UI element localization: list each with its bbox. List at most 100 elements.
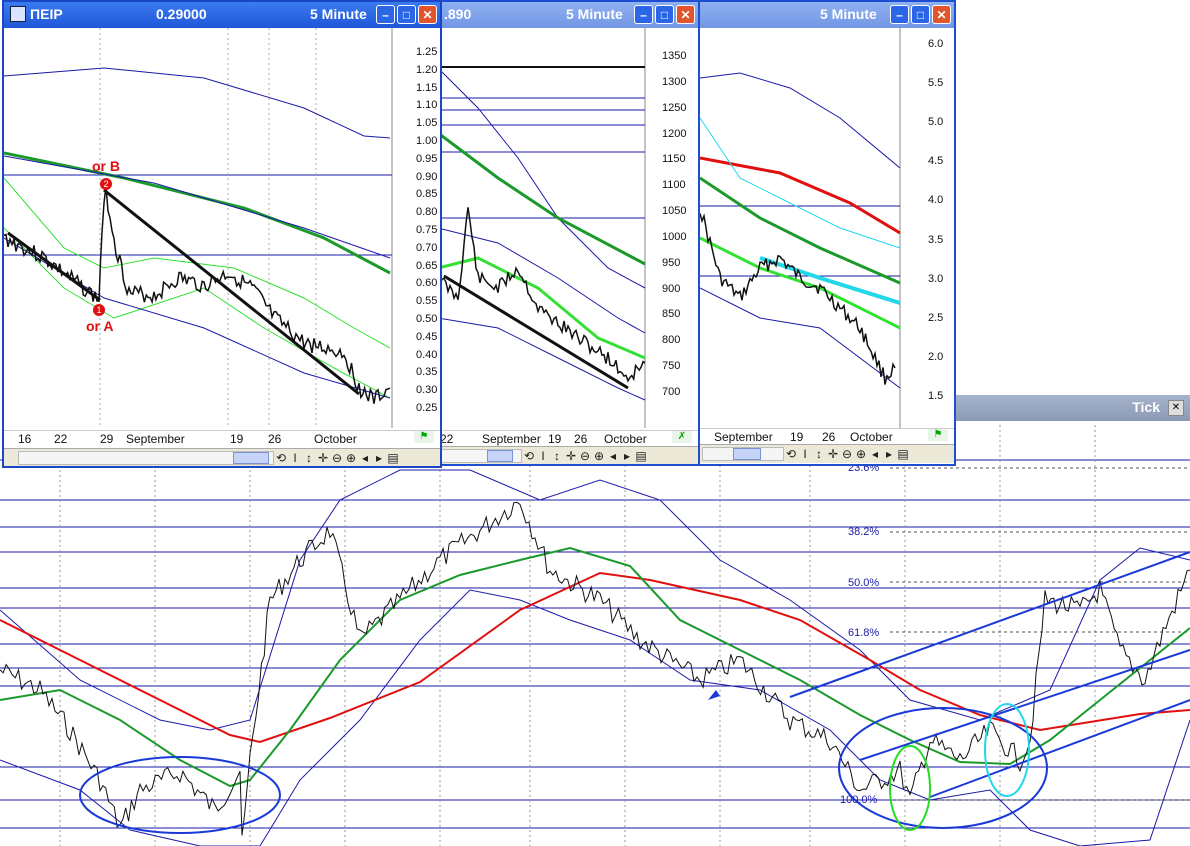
scrollbar[interactable] <box>440 449 522 463</box>
refresh-icon[interactable]: ⟲ <box>274 451 288 465</box>
title-bar[interactable]: ΠΕΙΡ 0.29000 5 Minute – □ ✕ <box>4 2 440 28</box>
vertical-move-icon[interactable]: ↕ <box>302 451 316 465</box>
maximize-button[interactable]: □ <box>397 5 416 24</box>
scroll-right-icon[interactable]: ▸ <box>372 451 386 465</box>
date-label: 22 <box>440 432 454 446</box>
maximize-button[interactable]: □ <box>655 5 674 24</box>
y-axis-label: 1.15 <box>416 81 438 94</box>
chart-window-3[interactable]: 5 Minute – □ ✕ 6.0 5.5 5.0 4.5 4.0 3.5 3.0 2.5 2… <box>698 0 956 466</box>
y-axis-label: 0.35 <box>416 366 438 379</box>
window-icon[interactable]: ▤ <box>896 447 910 461</box>
y-axis-label: 0.30 <box>416 384 438 397</box>
toolbar-scroll[interactable]: ⟲ I ↕ ✛ ⊖ ⊕ ◂ ▸ ▤ <box>700 444 954 463</box>
symbol-label: ΠΕΙΡ <box>30 6 63 22</box>
toolbar-scroll[interactable]: ⟲ I ↕ ✛ ⊖ ⊕ ◂ ▸ ▤ <box>438 446 698 464</box>
wave-label-or-b: or B <box>92 158 120 174</box>
y-axis-label: 0.70 <box>416 241 438 254</box>
zoom-in-icon[interactable]: ⊕ <box>592 449 606 463</box>
refresh-icon[interactable]: ⟲ <box>784 447 798 461</box>
y-axis-label: 4.5 <box>928 155 944 168</box>
fib-label-50: 50.0% <box>848 577 880 589</box>
zoom-in-icon[interactable]: ⊕ <box>854 447 868 461</box>
date-axis: September 19 26 October ⚑ <box>700 428 954 445</box>
timeframe-label: 5 Minute <box>820 6 877 22</box>
y-axis-label: 0.90 <box>416 170 438 183</box>
y-axis-label: 1150 <box>662 153 686 166</box>
title-bar[interactable]: .890 5 Minute – □ ✕ <box>438 2 698 28</box>
date-label: October <box>314 432 357 446</box>
date-axis: 22 September 19 26 October ✗ <box>438 430 698 447</box>
close-button[interactable]: ✕ <box>418 5 437 24</box>
y-axis-label: 0.85 <box>416 188 438 201</box>
chart-window-1[interactable]: ΠΕΙΡ 0.29000 5 Minute – □ ✕ 1.25 1.20 1.15… <box>2 0 442 468</box>
date-label: October <box>850 430 893 444</box>
cursor-icon[interactable]: I <box>288 451 302 465</box>
close-button[interactable]: ✕ <box>932 5 951 24</box>
zoom-in-icon[interactable]: ⊕ <box>344 451 358 465</box>
chart-area[interactable] <box>700 28 954 428</box>
y-axis-label: 3.0 <box>928 272 944 285</box>
vertical-move-icon[interactable]: ↕ <box>812 447 826 461</box>
date-label: 19 <box>230 432 244 446</box>
date-axis: 16 22 29 September 19 26 October ⚑ <box>4 430 440 447</box>
title-bar[interactable]: 5 Minute – □ ✕ <box>700 2 954 28</box>
maximize-button[interactable]: □ <box>911 5 930 24</box>
scroll-right-icon[interactable]: ▸ <box>882 447 896 461</box>
crosshair-icon[interactable]: ✛ <box>564 449 578 463</box>
zoom-out-icon[interactable]: ⊖ <box>330 451 344 465</box>
scroll-left-icon[interactable]: ◂ <box>606 449 620 463</box>
scroll-right-icon[interactable]: ▸ <box>620 449 634 463</box>
fib-label-100: 100.0% <box>840 794 878 806</box>
y-axis-label: 800 <box>662 334 681 347</box>
crosshair-icon[interactable]: ✛ <box>316 451 330 465</box>
y-axis-label: 0.60 <box>416 277 438 290</box>
scrollbar[interactable] <box>702 447 784 461</box>
y-axis-label: 0.45 <box>416 330 438 343</box>
y-axis-label: 1.00 <box>416 135 438 147</box>
window-icon[interactable]: ▤ <box>386 451 400 465</box>
chart-window-2[interactable]: .890 5 Minute – □ ✕ 1350 1300 1250 1200 1150… <box>436 0 700 466</box>
close-button[interactable]: ✕ <box>676 5 695 24</box>
y-axis-label: 0.75 <box>416 224 438 236</box>
y-axis-label: 900 <box>662 282 681 295</box>
chart-area[interactable] <box>4 28 440 428</box>
refresh-icon[interactable]: ⟲ <box>522 449 536 463</box>
scroll-left-icon[interactable]: ◂ <box>358 451 372 465</box>
minimize-button[interactable]: – <box>376 5 395 24</box>
date-label: 26 <box>822 430 836 444</box>
date-label: 29 <box>100 432 114 446</box>
app-icon <box>10 6 26 22</box>
toolbar-scroll[interactable]: ⟲ I ↕ ✛ ⊖ ⊕ ◂ ▸ ▤ <box>4 448 440 466</box>
y-axis-label: 1350 <box>662 50 687 62</box>
scroll-left-icon[interactable]: ◂ <box>868 447 882 461</box>
close-icon[interactable]: ✕ <box>1168 400 1184 416</box>
flag-icon[interactable]: ⚑ <box>928 429 948 441</box>
y-axis-label: 5.0 <box>928 116 944 129</box>
zoom-out-icon[interactable]: ⊖ <box>578 449 592 463</box>
flag-icon[interactable]: ⚑ <box>414 431 434 443</box>
y-axis-label: 1250 <box>662 101 687 114</box>
date-label: 26 <box>574 432 588 446</box>
minimize-button[interactable]: – <box>634 5 653 24</box>
cursor-icon[interactable]: I <box>798 447 812 461</box>
y-axis-label: 2.0 <box>928 350 944 363</box>
zoom-out-icon[interactable]: ⊖ <box>840 447 854 461</box>
crosshair-icon[interactable]: ✛ <box>826 447 840 461</box>
y-axis-label: 3.5 <box>928 233 944 246</box>
cursor-icon[interactable]: I <box>536 449 550 463</box>
window-icon[interactable]: ▤ <box>634 449 648 463</box>
flag-icon[interactable]: ✗ <box>672 431 692 443</box>
y-axis-label: 950 <box>662 256 681 269</box>
y-axis-label: 1300 <box>662 75 687 88</box>
scrollbar[interactable] <box>18 451 274 465</box>
chart-area[interactable] <box>438 28 698 428</box>
y-axis-label: 0.65 <box>416 259 438 272</box>
price-label: .890 <box>444 6 472 22</box>
y-axis-label: 0.95 <box>416 152 438 165</box>
minimize-button[interactable]: – <box>890 5 909 24</box>
vertical-move-icon[interactable]: ↕ <box>550 449 564 463</box>
date-label: 16 <box>18 432 32 446</box>
timeframe-label: 5 Minute <box>310 6 367 22</box>
tick-panel-header[interactable]: Tick ✕ <box>955 395 1190 421</box>
y-axis-label: 1.20 <box>416 63 438 76</box>
